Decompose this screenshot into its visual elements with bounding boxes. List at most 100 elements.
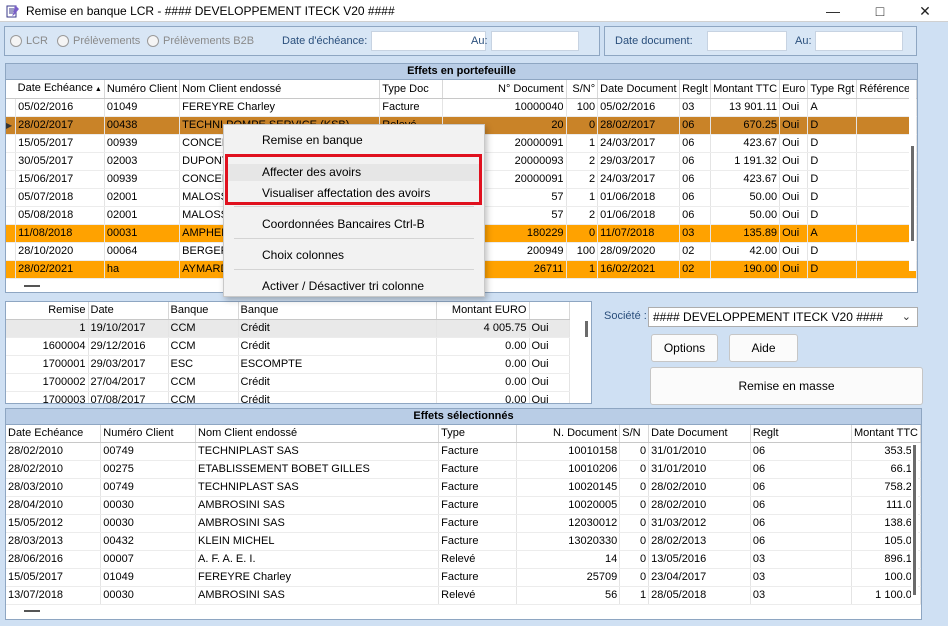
table-cell: 02 — [679, 242, 712, 261]
table-row[interactable]: 1600004 29/12/2016 CCM Crédit 0.00 Oui — [6, 337, 570, 356]
remises-panel: Remise Date Banque Banque Montant EURO 1… — [5, 301, 592, 404]
societe-select[interactable]: #### DEVELOPPEMENT ITECK V20 #### ⌄ — [648, 307, 918, 327]
table-row[interactable]: 15/05/2017 01049 FEREYRE Charley Facture 257… — [6, 568, 921, 587]
col-date-echeance[interactable]: Date Echéance ▲ — [15, 80, 105, 99]
table-row[interactable]: 1700001 29/03/2017 ESC ESCOMPTE 0.00 Oui — [6, 355, 570, 374]
row-indicator — [6, 224, 17, 243]
menu-item-choix-colonnes[interactable]: Choix colonnes — [262, 248, 344, 262]
table-row[interactable]: 15/05/2012 00030 AMBROSINI SAS Facture 12030… — [6, 514, 921, 533]
table-cell: 0.00 — [436, 355, 530, 374]
remises-table: Remise Date Banque Banque Montant EURO 1… — [6, 302, 570, 403]
portefeuille-hscroll-thumb[interactable] — [24, 285, 40, 287]
radio-lcr[interactable]: LCR — [10, 35, 48, 47]
menu-item-tri-colonne[interactable]: Activer / Désactiver tri colonne — [262, 279, 424, 293]
table-cell: 0.00 — [436, 391, 530, 403]
table-row[interactable]: 28/04/2010 00030 AMBROSINI SAS Facture 10020… — [6, 496, 921, 515]
table-row[interactable]: 28/03/2010 00749 TECHNIPLAST SAS Facture 100… — [6, 478, 921, 497]
col-numero-client[interactable]: Numéro Client — [104, 80, 181, 99]
maximize-icon[interactable]: □ — [857, 0, 903, 22]
echeance-to-input[interactable] — [491, 31, 579, 51]
table-row[interactable]: 05/02/2016 01049 FEREYRE Charley Facture 100… — [6, 98, 917, 117]
societe-value: #### DEVELOPPEMENT ITECK V20 #### — [653, 310, 883, 324]
table-cell — [856, 98, 917, 117]
col-montant-euro[interactable]: Montant EURO — [436, 302, 530, 320]
table-cell: 28/10/2020 — [15, 242, 105, 261]
table-cell: 29/03/2017 — [88, 355, 169, 374]
col-nom-client[interactable]: Nom Client endossé — [179, 80, 381, 99]
table-row[interactable]: 28/03/2013 00432 KLEIN MICHEL Facture 130203… — [6, 532, 921, 551]
table-row[interactable]: 28/02/2010 00275 ETABLISSEMENT BOBET GILLE… — [6, 460, 921, 479]
table-cell — [856, 224, 917, 243]
col-sel-numero-client[interactable]: Numéro Client — [100, 425, 197, 443]
col-remise[interactable]: Remise — [6, 302, 89, 320]
portefeuille-scrollbar[interactable] — [909, 81, 916, 271]
aide-button[interactable]: Aide — [729, 334, 798, 362]
remises-scrollbar[interactable] — [583, 319, 590, 403]
remise-en-masse-button[interactable]: Remise en masse — [650, 367, 923, 405]
col-banque-code[interactable]: Banque — [168, 302, 239, 320]
radio-prelevements[interactable]: Prélèvements — [57, 35, 140, 47]
table-cell: 50.00 — [710, 188, 781, 207]
col-sel-date-document[interactable]: Date Document — [648, 425, 751, 443]
col-date-document[interactable]: Date Document — [597, 80, 681, 99]
table-cell: ha — [104, 260, 181, 279]
menu-item-remise-en-banque[interactable]: Remise en banque — [262, 133, 363, 147]
table-cell: 1700003 — [6, 391, 89, 403]
minimize-icon[interactable]: — — [810, 0, 856, 22]
col-reglt[interactable]: Reglt — [679, 80, 712, 99]
table-cell: CCM — [168, 337, 239, 356]
table-cell: D — [807, 260, 858, 279]
table-cell: 28/02/2017 — [15, 116, 105, 135]
table-cell: Oui — [779, 224, 809, 243]
table-row[interactable]: 1 19/10/2017 CCM Crédit 4 005.75 Oui — [6, 319, 570, 338]
table-cell: 06 — [750, 442, 852, 461]
table-row[interactable]: 13/07/2018 00030 AMBROSINI SAS Relevé 56 1 28/… — [6, 586, 921, 605]
row-indicator — [6, 98, 17, 117]
radio-prelevements-b2b[interactable]: Prélèvements B2B — [147, 35, 254, 47]
col-type-doc[interactable]: Type Doc — [379, 80, 444, 99]
options-button[interactable]: Options — [651, 334, 718, 362]
row-indicator — [6, 170, 17, 189]
col-num-document[interactable]: N° Document — [442, 80, 567, 99]
menu-item-coordonnees-bancaires[interactable]: Coordonnées Bancaires — [262, 217, 391, 231]
table-cell: Oui — [779, 134, 809, 153]
col-sel-sn[interactable]: S/N — [619, 425, 650, 443]
close-icon[interactable]: ✕ — [902, 0, 948, 22]
col-banque-nom[interactable]: Banque — [238, 302, 437, 320]
table-cell: 00030 — [100, 514, 197, 533]
col-sel-type[interactable]: Type — [438, 425, 517, 443]
col-sel-num-document[interactable]: N. Document — [516, 425, 621, 443]
col-sn[interactable]: S/N° — [566, 80, 599, 99]
table-cell: Oui — [529, 391, 570, 403]
col-reference[interactable]: Référence — [856, 80, 917, 99]
col-sel-reglt[interactable]: Reglt — [750, 425, 852, 443]
table-cell: 1600004 — [6, 337, 89, 356]
echeance-from-input[interactable] — [371, 31, 486, 51]
col-sel-montant-ttc[interactable]: Montant TTC — [851, 425, 921, 443]
col-sel-nom-client[interactable]: Nom Client endossé — [195, 425, 440, 443]
table-cell: 0 — [619, 550, 650, 569]
selectionnes-hscroll-thumb[interactable] — [24, 610, 40, 612]
table-row[interactable]: 28/06/2016 00007 A. F. A. E. I. Relevé 14 0 13… — [6, 550, 921, 569]
table-cell: Facture — [438, 478, 517, 497]
table-cell: D — [807, 242, 858, 261]
selectionnes-scrollbar[interactable] — [911, 443, 918, 603]
table-cell: 02003 — [104, 152, 181, 171]
table-cell: 50.00 — [710, 206, 781, 225]
col-type-rgt[interactable]: Type Rgt — [807, 80, 858, 99]
table-cell — [856, 206, 917, 225]
table-row[interactable]: 28/02/2010 00749 TECHNIPLAST SAS Facture 100… — [6, 442, 921, 461]
table-cell: 10010158 — [516, 442, 621, 461]
col-date[interactable]: Date — [88, 302, 169, 320]
col-montant-ttc[interactable]: Montant TTC — [710, 80, 781, 99]
table-cell: 13020330 — [516, 532, 621, 551]
portefeuille-scroll-thumb[interactable] — [911, 146, 914, 241]
selectionnes-scroll-thumb[interactable] — [913, 445, 916, 595]
table-row[interactable]: 1700002 27/04/2017 CCM Crédit 0.00 Oui — [6, 373, 570, 392]
document-to-input[interactable] — [815, 31, 903, 51]
table-row[interactable]: 1700003 07/08/2017 CCM Crédit 0.00 Oui — [6, 391, 570, 403]
remises-scroll-thumb[interactable] — [585, 321, 588, 337]
document-from-input[interactable] — [707, 31, 787, 51]
col-sel-date-echeance[interactable]: Date Echéance — [6, 425, 102, 443]
col-euro[interactable]: Euro — [779, 80, 809, 99]
